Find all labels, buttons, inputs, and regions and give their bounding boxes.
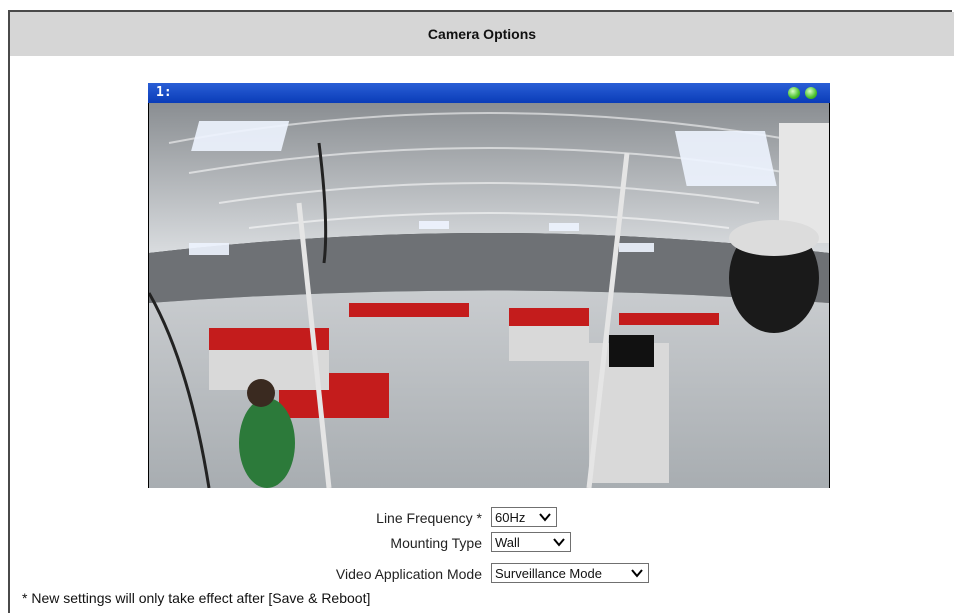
chevron-down-icon bbox=[631, 569, 643, 578]
line-frequency-select[interactable]: 60Hz bbox=[491, 507, 557, 527]
line-frequency-label: Line Frequency * bbox=[376, 510, 482, 526]
status-led-icon bbox=[788, 87, 800, 99]
chevron-down-icon bbox=[553, 538, 565, 547]
viewer-title-bar: 1: bbox=[148, 83, 830, 103]
video-application-mode-row: Video Application Mode bbox=[250, 564, 482, 586]
line-frequency-value: 60Hz bbox=[495, 509, 526, 525]
page-title: Camera Options bbox=[427, 26, 537, 42]
mounting-type-row: Mounting Type bbox=[300, 533, 482, 555]
video-application-mode-value: Surveillance Mode bbox=[495, 565, 602, 581]
channel-label: 1: bbox=[156, 85, 172, 100]
mounting-type-label: Mounting Type bbox=[390, 535, 482, 551]
status-led-icon bbox=[805, 87, 817, 99]
line-frequency-row: Line Frequency * bbox=[300, 508, 482, 530]
reboot-note: * New settings will only take effect aft… bbox=[22, 590, 371, 606]
camera-viewer: 1: bbox=[148, 83, 830, 488]
live-video-feed[interactable] bbox=[149, 103, 829, 488]
video-application-mode-select[interactable]: Surveillance Mode bbox=[491, 563, 649, 583]
mounting-type-value: Wall bbox=[495, 534, 520, 550]
chevron-down-icon bbox=[539, 513, 551, 522]
video-application-mode-label: Video Application Mode bbox=[335, 566, 482, 582]
page-header: Camera Options bbox=[10, 12, 954, 56]
mounting-type-select[interactable]: Wall bbox=[491, 532, 571, 552]
